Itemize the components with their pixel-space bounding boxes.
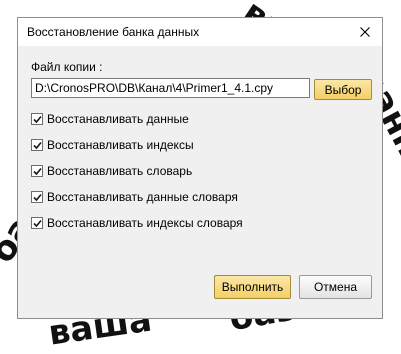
checkmark-icon: [32, 167, 42, 175]
browse-button[interactable]: Выбор: [314, 79, 372, 100]
checkbox[interactable]: [31, 139, 43, 151]
option-label: Восстанавливать данные словаря: [47, 190, 238, 204]
option-label: Восстанавливать словарь: [47, 164, 193, 178]
close-button[interactable]: [348, 18, 382, 46]
run-button[interactable]: Выполнить: [214, 275, 291, 299]
run-button-label: Выполнить: [221, 280, 284, 294]
file-label: Файл копии :: [31, 60, 103, 74]
cancel-button-label: Отмена: [313, 280, 358, 294]
backup-file-path-input[interactable]: [31, 78, 310, 98]
option-restore-data[interactable]: Восстанавливать данные: [31, 112, 189, 126]
restore-database-dialog: Восстановление банка данных Файл копии :…: [17, 17, 383, 319]
option-label: Восстанавливать данные: [47, 112, 189, 126]
option-label: Восстанавливать индексы словаря: [47, 216, 243, 230]
option-restore-dictionary[interactable]: Восстанавливать словарь: [31, 164, 192, 178]
close-icon: [360, 27, 370, 37]
option-restore-dictionary-data[interactable]: Восстанавливать данные словаря: [31, 190, 238, 204]
title-bar: Восстановление банка данных: [18, 18, 382, 46]
browse-button-label: Выбор: [324, 82, 362, 97]
option-restore-indexes[interactable]: Восстанавливать индексы: [31, 138, 194, 152]
checkmark-icon: [32, 219, 42, 227]
checkbox[interactable]: [31, 165, 43, 177]
checkbox[interactable]: [31, 113, 43, 125]
option-restore-dictionary-indexes[interactable]: Восстанавливать индексы словаря: [31, 216, 243, 230]
checkmark-icon: [32, 115, 42, 123]
checkbox[interactable]: [31, 191, 43, 203]
option-label: Восстанавливать индексы: [47, 138, 194, 152]
checkmark-icon: [32, 193, 42, 201]
checkmark-icon: [32, 141, 42, 149]
window-title: Восстановление банка данных: [27, 25, 200, 39]
checkbox[interactable]: [31, 217, 43, 229]
cancel-button[interactable]: Отмена: [299, 275, 372, 299]
